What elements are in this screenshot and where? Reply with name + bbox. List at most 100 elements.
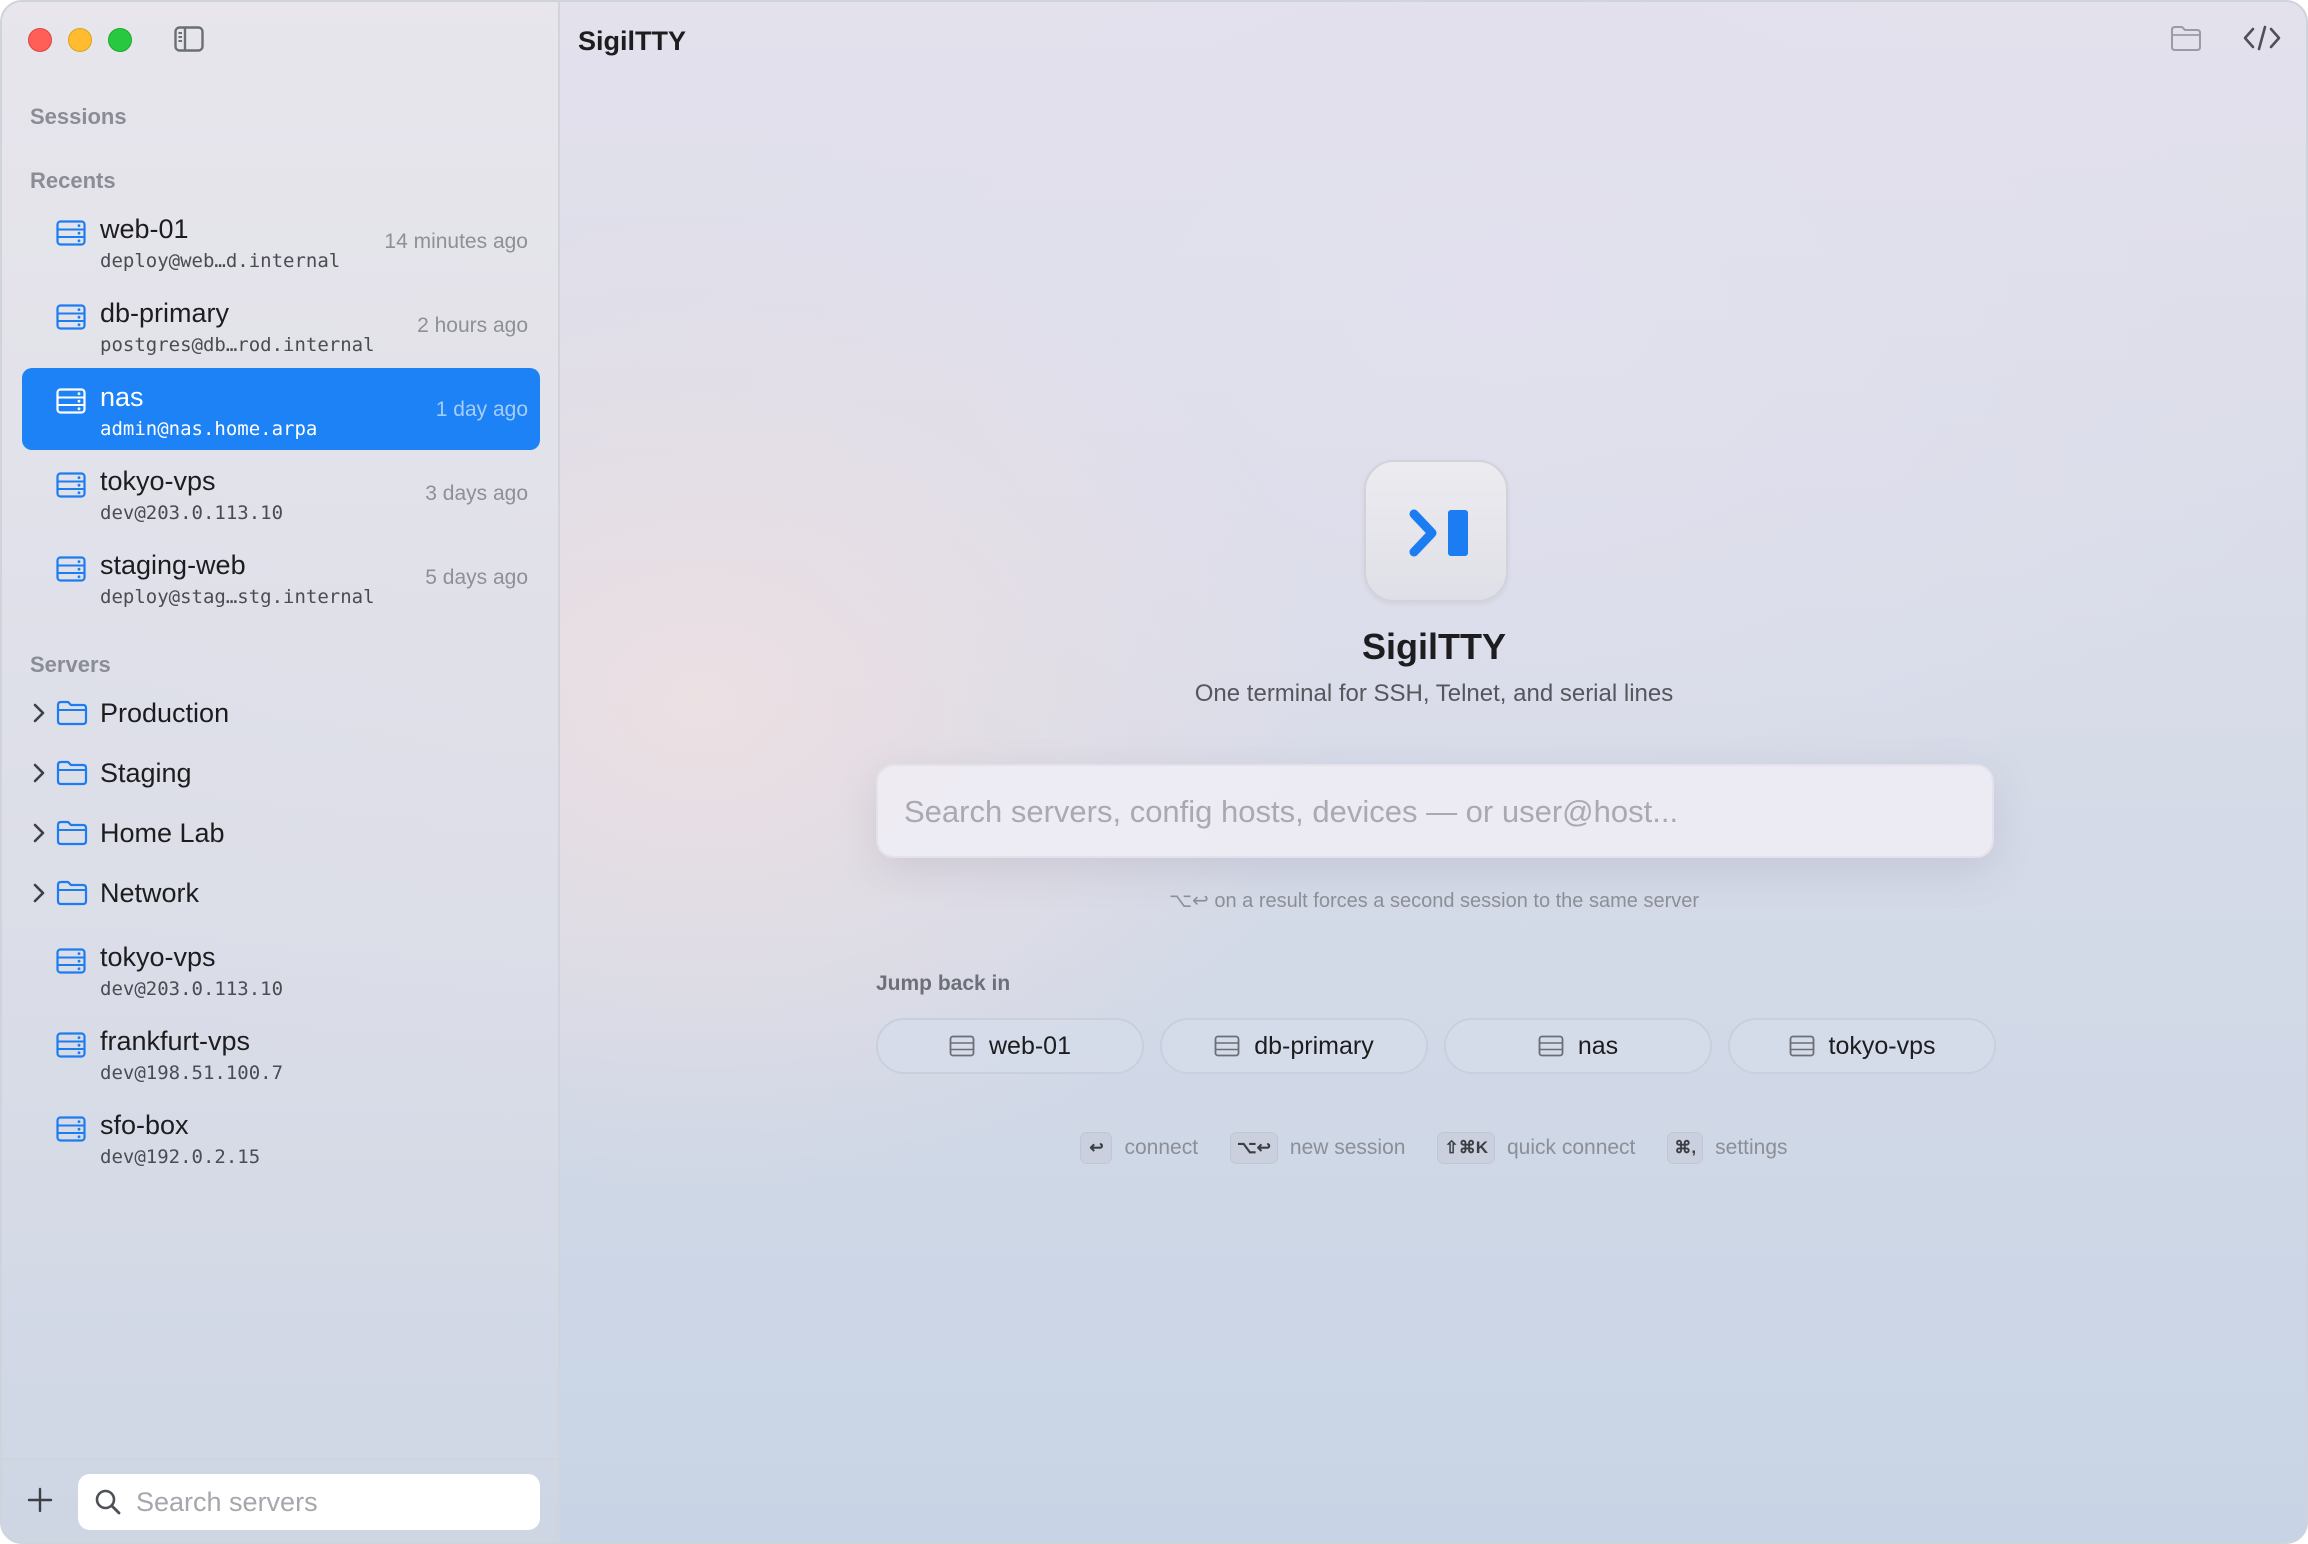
zoom-window-button[interactable] — [108, 28, 132, 52]
jump-chip-nas[interactable]: nas — [1444, 1018, 1712, 1074]
window-title: SigilTTY — [578, 26, 686, 56]
jump-back-label: Jump back in — [876, 972, 1011, 995]
shortcut-label: connect — [1124, 1136, 1199, 1159]
chevron-right-icon[interactable] — [30, 882, 48, 904]
server-item-address: dev@192.0.2.15 — [100, 1146, 261, 1168]
shortcut-label: new session — [1289, 1136, 1406, 1159]
minimize-window-button[interactable] — [68, 28, 92, 52]
shortcut-label: quick connect — [1506, 1136, 1636, 1159]
recent-item-time: 5 days ago — [425, 566, 528, 589]
server-icon — [1789, 1035, 1814, 1057]
app-name: SigilTTY — [1362, 626, 1506, 667]
folder-production[interactable]: Production — [22, 686, 540, 742]
search-icon — [95, 1489, 121, 1515]
recent-item-address: postgres@db…rod.internal — [100, 334, 375, 356]
server-item-tokyo-vps[interactable]: tokyo-vps dev@203.0.113.10 — [22, 928, 540, 1010]
recent-item-time: 2 hours ago — [417, 314, 528, 337]
folder-name: Production — [100, 698, 230, 728]
recent-item-name: tokyo-vps — [100, 466, 216, 496]
recent-item-address: deploy@web…d.internal — [100, 250, 341, 272]
shortcut-quick-connect: ⇧⌘K quick connect — [1437, 1132, 1635, 1164]
folder-icon — [56, 880, 88, 906]
add-server-button[interactable] — [26, 1486, 54, 1514]
server-icon — [949, 1035, 975, 1057]
folder-name: Home Lab — [100, 818, 225, 848]
search-hint: ⌥↩ on a result forces a second session t… — [1168, 890, 1700, 912]
server-item-name: frankfurt-vps — [100, 1026, 251, 1056]
folder-name: Staging — [100, 758, 192, 788]
recent-item-name: staging-web — [100, 550, 246, 580]
recent-item-address: dev@203.0.113.10 — [100, 502, 284, 524]
recent-item-time: 3 days ago — [425, 482, 528, 505]
servers-section-label: Servers — [30, 652, 111, 677]
quick-connect-search[interactable] — [876, 764, 1994, 858]
folder-icon[interactable] — [2170, 24, 2202, 52]
server-item-frankfurt-vps[interactable]: frankfurt-vps dev@198.51.100.7 — [22, 1012, 540, 1094]
server-icon — [1538, 1035, 1564, 1057]
app-window: Sessions Recents web-01 deploy@web…d.int… — [0, 0, 2308, 1544]
main-content: SigilTTY SigilTTY One terminal for SSH, … — [560, 2, 2306, 1542]
recent-item-name: web-01 — [100, 214, 189, 244]
recent-item-nas[interactable]: nas admin@nas.home.arpa 1 day ago — [22, 368, 540, 450]
quick-connect-input[interactable] — [904, 790, 1964, 834]
server-icon — [56, 304, 86, 330]
recent-item-name: db-primary — [100, 298, 230, 328]
recent-item-db-primary[interactable]: db-primary postgres@db…rod.internal 2 ho… — [22, 284, 540, 366]
jump-chip-label: nas — [1577, 1031, 1619, 1060]
jump-chip-tokyo-vps[interactable]: tokyo-vps — [1728, 1018, 1996, 1074]
chevron-right-icon[interactable] — [30, 822, 48, 844]
recent-item-staging-web[interactable]: staging-web deploy@stag…stg.internal 5 d… — [22, 536, 540, 618]
recent-item-address: deploy@stag…stg.internal — [100, 586, 375, 608]
chevron-right-icon[interactable] — [30, 762, 48, 784]
shortcut-key: ⇧⌘K — [1437, 1132, 1495, 1164]
shortcut-key: ⌥↩ — [1230, 1132, 1278, 1164]
recent-item-address: admin@nas.home.arpa — [100, 418, 318, 440]
folder-home-lab[interactable]: Home Lab — [22, 806, 540, 862]
recent-item-tokyo-vps[interactable]: tokyo-vps dev@203.0.113.10 3 days ago — [22, 452, 540, 534]
sidebar-search-input[interactable] — [136, 1482, 526, 1522]
server-icon — [56, 1032, 86, 1058]
folder-staging[interactable]: Staging — [22, 746, 540, 802]
server-item-name: sfo-box — [100, 1110, 189, 1140]
folder-network[interactable]: Network — [22, 866, 540, 922]
jump-chip-label: web-01 — [989, 1031, 1071, 1060]
jump-chip-label: tokyo-vps — [1828, 1031, 1936, 1060]
sidebar-footer — [2, 1458, 558, 1542]
recents-section-label: Recents — [30, 168, 116, 193]
recent-item-web-01[interactable]: web-01 deploy@web…d.internal 14 minutes … — [22, 200, 540, 282]
server-icon — [56, 472, 86, 498]
folder-icon — [56, 820, 88, 846]
code-icon[interactable] — [2242, 24, 2282, 52]
recent-item-name: nas — [100, 382, 144, 412]
folder-icon — [56, 760, 88, 786]
server-icon — [56, 1116, 86, 1142]
shortcut-label: settings — [1715, 1136, 1788, 1159]
terminal-prompt-icon — [1409, 509, 1468, 557]
keyboard-shortcuts: ↩ connect ⌥↩ new session ⇧⌘K quick conne… — [560, 1132, 2306, 1164]
jump-chip-label: db-primary — [1254, 1031, 1374, 1060]
folder-name: Network — [100, 878, 200, 908]
shortcut-new-session: ⌥↩ new session — [1230, 1132, 1405, 1164]
chevron-right-icon[interactable] — [30, 702, 48, 724]
server-icon — [56, 388, 86, 414]
jump-chip-db-primary[interactable]: db-primary — [1160, 1018, 1428, 1074]
recent-item-time: 14 minutes ago — [384, 230, 528, 253]
shortcut-key: ↩ — [1080, 1132, 1113, 1164]
server-icon — [56, 948, 86, 974]
sidebar-search-field[interactable] — [78, 1474, 540, 1530]
server-icon — [56, 220, 86, 246]
server-item-address: dev@198.51.100.7 — [100, 1062, 284, 1084]
folder-icon — [56, 700, 88, 726]
server-item-sfo-box[interactable]: sfo-box dev@192.0.2.15 — [22, 1096, 540, 1178]
sidebar-toggle-icon[interactable] — [174, 26, 204, 52]
server-item-address: dev@203.0.113.10 — [100, 978, 284, 1000]
jump-chip-web-01[interactable]: web-01 — [876, 1018, 1144, 1074]
sessions-section-label: Sessions — [30, 104, 127, 129]
server-icon — [56, 556, 86, 582]
app-tagline: One terminal for SSH, Telnet, and serial… — [1194, 680, 1674, 707]
app-logo — [1364, 460, 1508, 602]
shortcut-key: ⌘, — [1667, 1132, 1704, 1164]
close-window-button[interactable] — [28, 28, 52, 52]
recent-item-time: 1 day ago — [435, 398, 528, 421]
server-item-name: tokyo-vps — [100, 942, 216, 972]
